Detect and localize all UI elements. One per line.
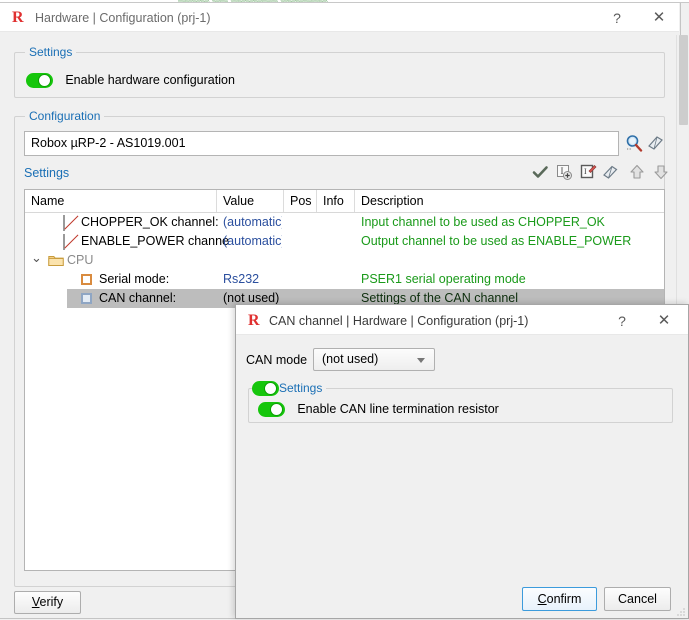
can-mode-selected-value: (not used) xyxy=(322,352,379,366)
dialog-help-button[interactable]: ? xyxy=(611,310,633,332)
cell-description: Output channel to be used as ENABLE_POWE… xyxy=(361,234,632,248)
cell-name: CAN channel: xyxy=(99,291,177,305)
apply-check-icon[interactable] xyxy=(531,163,549,181)
enable-hardware-configuration-label: Enable hardware configuration xyxy=(65,73,235,87)
cell-pos xyxy=(290,232,315,251)
cell-name: CPU xyxy=(67,253,94,267)
can-mode-label: CAN mode xyxy=(246,353,308,367)
table-row[interactable]: CHOPPER_OK channel: (automatic) Input chan… xyxy=(25,213,664,232)
column-header-pos[interactable]: Pos xyxy=(284,190,317,212)
cell-info xyxy=(323,232,353,251)
svg-text:I: I xyxy=(561,166,564,176)
cell-info xyxy=(323,270,353,289)
column-header-value[interactable]: Value xyxy=(217,190,284,212)
table-row[interactable]: ENABLE_POWER channel: (automatic) Output c… xyxy=(25,232,664,251)
edit-item-icon[interactable]: I xyxy=(579,163,597,181)
help-button[interactable]: ? xyxy=(606,7,628,29)
cell-name: CHOPPER_OK channel: xyxy=(81,215,219,229)
cell-value: (automatic) xyxy=(223,215,282,229)
column-header-info[interactable]: Info xyxy=(317,190,355,212)
cell-value xyxy=(223,251,282,270)
verify-button[interactable]: Verify xyxy=(14,591,81,614)
cell-description: Input channel to be used as CHOPPER_OK xyxy=(361,215,605,229)
can-termination-resistor-row: Enable CAN line termination resistor xyxy=(258,400,499,418)
chevron-down-icon xyxy=(417,358,425,363)
eraser-icon[interactable] xyxy=(645,133,665,153)
settings-toolbar: I I xyxy=(531,163,668,183)
can-termination-resistor-label: Enable CAN line termination resistor xyxy=(297,402,499,416)
folder-icon xyxy=(48,254,64,266)
configuration-groupbox-legend: Configuration xyxy=(25,109,105,123)
dialog-settings-groupbox-legend: Settings xyxy=(275,381,327,395)
window-title: Hardware | Configuration (prj-1) xyxy=(35,11,211,25)
cell-name: ENABLE_POWER channel: xyxy=(81,234,229,248)
blue-square-icon xyxy=(81,293,92,304)
chevron-down-icon[interactable]: ⌄ xyxy=(31,251,42,266)
row-indent-gutter xyxy=(25,289,67,308)
svg-text:I: I xyxy=(584,167,587,176)
settings-groupbox-legend: Settings xyxy=(25,45,77,59)
resize-grip-icon[interactable] xyxy=(676,606,686,616)
cell-pos xyxy=(290,270,315,289)
main-titlebar: R Hardware | Configuration (prj-1) ? ✕ xyxy=(0,3,679,32)
search-icon[interactable] xyxy=(624,133,644,153)
disabled-channel-icon xyxy=(63,215,65,231)
dialog-settings-group-toggle[interactable] xyxy=(252,381,279,396)
enable-hardware-configuration-toggle[interactable] xyxy=(26,72,53,88)
cell-value: Rs232 xyxy=(223,272,260,286)
robox-r-logo-icon: R xyxy=(248,312,260,329)
tree-header-row: Name Value Pos Info Description xyxy=(25,190,664,213)
cell-pos xyxy=(290,251,315,270)
table-row[interactable]: ⌄ CPU xyxy=(25,251,664,270)
disabled-channel-icon xyxy=(63,234,65,250)
configuration-input[interactable]: Robox µRP-2 - AS1019.001 xyxy=(24,131,619,156)
cell-info xyxy=(323,251,353,270)
cell-name: Serial mode: xyxy=(99,272,170,286)
table-row[interactable]: Serial mode: Rs232 PSER1 serial operating … xyxy=(25,270,664,289)
add-item-icon[interactable]: I xyxy=(555,163,573,181)
settings-sublabel: Settings xyxy=(24,166,70,180)
move-down-icon[interactable] xyxy=(652,163,670,181)
cell-value: (automatic) xyxy=(223,234,282,248)
dialog-title: CAN channel | Hardware | Configuration (… xyxy=(269,314,529,328)
orange-square-icon xyxy=(81,274,92,285)
cell-pos xyxy=(290,213,315,232)
cell-description: PSER1 serial operating mode xyxy=(361,272,526,286)
confirm-button[interactable]: Confirm xyxy=(522,587,597,611)
enable-hardware-configuration-row: Enable hardware configuration xyxy=(26,71,235,89)
robox-r-logo-icon: R xyxy=(12,9,24,26)
can-termination-resistor-toggle[interactable] xyxy=(258,401,285,417)
tree-body: CHOPPER_OK channel: (automatic) Input chan… xyxy=(25,213,664,308)
scrollbar-thumb[interactable] xyxy=(679,35,688,125)
column-header-description[interactable]: Description xyxy=(355,190,664,212)
confirm-accel: C xyxy=(537,592,547,606)
cell-description xyxy=(361,251,662,270)
verify-label: erify xyxy=(39,595,64,609)
cell-info xyxy=(323,213,353,232)
cancel-button[interactable]: Cancel xyxy=(604,587,671,611)
erase-icon[interactable] xyxy=(601,163,619,181)
move-up-icon[interactable] xyxy=(628,163,646,181)
dialog-close-button[interactable]: ✕ xyxy=(653,310,675,332)
column-header-name[interactable]: Name xyxy=(25,190,217,212)
close-button[interactable]: ✕ xyxy=(648,7,670,29)
can-mode-select[interactable]: (not used) xyxy=(313,348,435,371)
confirm-label: onfirm xyxy=(546,592,582,606)
verify-accel: V xyxy=(31,595,40,609)
